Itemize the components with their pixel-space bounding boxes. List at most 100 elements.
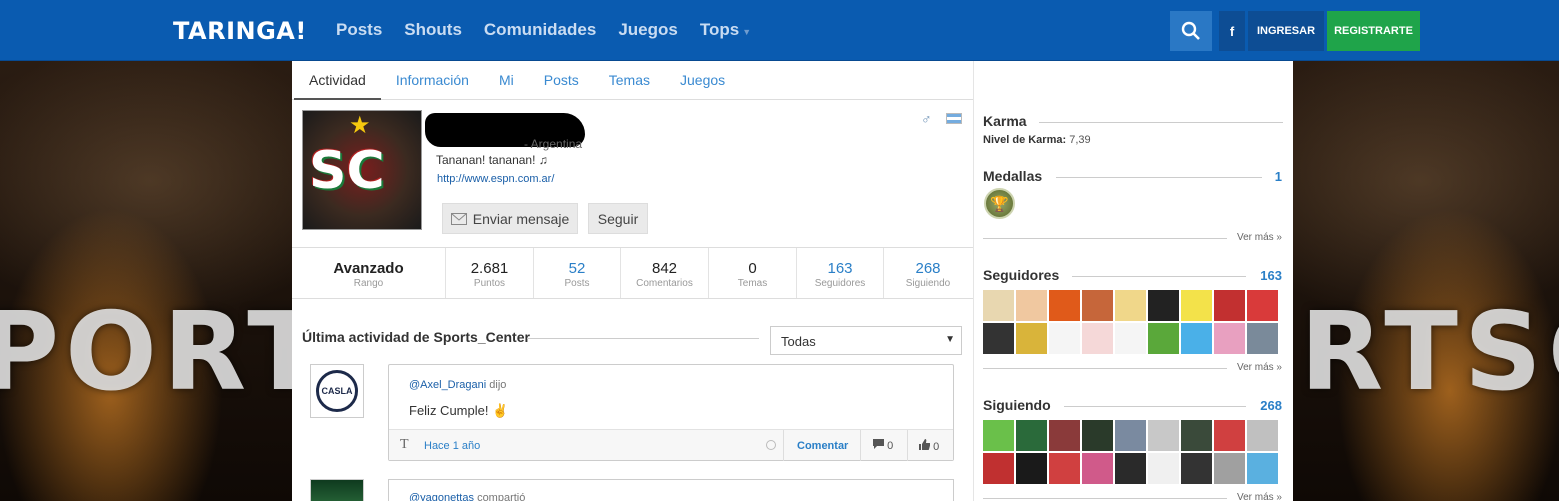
followers-count[interactable]: 163 — [1260, 268, 1282, 283]
following-avatar[interactable] — [983, 420, 1014, 451]
follower-avatar[interactable] — [1082, 323, 1113, 354]
follower-avatar[interactable] — [983, 323, 1014, 354]
medals-count[interactable]: 1 — [1275, 169, 1282, 184]
divider — [983, 368, 1227, 369]
following-see-more-link[interactable]: Ver más » — [1237, 492, 1282, 501]
send-message-button[interactable]: Enviar mensaje — [442, 203, 578, 234]
follower-avatar[interactable] — [983, 290, 1014, 321]
following-avatar[interactable] — [1115, 420, 1146, 451]
follower-avatar[interactable] — [1148, 323, 1179, 354]
post-author-link[interactable]: @yagonettas — [409, 492, 474, 501]
stat-value: 842 — [651, 260, 678, 277]
following-avatar[interactable] — [1082, 420, 1113, 451]
circle-icon[interactable] — [766, 440, 776, 450]
nav-juegos[interactable]: Juegos — [618, 20, 678, 40]
nav-comunidades[interactable]: Comunidades — [484, 20, 596, 40]
follow-button[interactable]: Seguir — [588, 203, 648, 234]
follower-avatar[interactable] — [1247, 323, 1278, 354]
follower-avatar[interactable] — [1115, 323, 1146, 354]
divider — [1072, 276, 1246, 277]
follower-avatar[interactable] — [1247, 290, 1278, 321]
divider — [983, 238, 1227, 239]
following-avatar[interactable] — [1049, 453, 1080, 484]
post-time[interactable]: Hace 1 año — [424, 440, 480, 452]
login-button[interactable]: INGRESAR — [1248, 11, 1324, 51]
following-avatar[interactable] — [1148, 420, 1179, 451]
stat-siguiendo[interactable]: 268 Siguiendo — [883, 248, 972, 298]
tab-mi[interactable]: Mi — [484, 61, 529, 100]
gender-male-icon: ♂ — [921, 111, 932, 127]
following-count[interactable]: 268 — [1260, 398, 1282, 413]
likes-count[interactable]: 0 — [919, 439, 939, 453]
comments-count[interactable]: 0 — [873, 439, 893, 452]
tab-informacion[interactable]: Información — [381, 61, 484, 100]
following-avatar[interactable] — [1247, 453, 1278, 484]
following-grid — [983, 420, 1278, 484]
tab-posts[interactable]: Posts — [529, 61, 594, 100]
karma-title: Karma — [983, 113, 1027, 129]
tab-temas[interactable]: Temas — [594, 61, 665, 100]
following-avatar[interactable] — [1115, 453, 1146, 484]
stat-value: 52 — [568, 260, 586, 277]
stat-value: 0 — [748, 260, 757, 277]
tab-juegos[interactable]: Juegos — [665, 61, 740, 100]
taringa-logo[interactable]: TARINGA! — [173, 17, 307, 45]
stat-rango: Avanzado Rango — [292, 248, 445, 298]
trophy-medal-icon[interactable]: 🏆 — [984, 188, 1015, 219]
stat-label: Seguidores — [814, 278, 866, 289]
facebook-login-button[interactable]: f — [1219, 11, 1245, 51]
profile-link[interactable]: http://www.espn.com.ar/ — [437, 173, 554, 185]
follower-avatar[interactable] — [1214, 323, 1245, 354]
follower-avatar[interactable] — [1115, 290, 1146, 321]
nav-tops-label: Tops — [699, 20, 740, 39]
following-avatar[interactable] — [1214, 420, 1245, 451]
nav-shouts[interactable]: Shouts — [404, 20, 462, 40]
following-avatar[interactable] — [1148, 453, 1179, 484]
following-avatar[interactable] — [1214, 453, 1245, 484]
stat-label: Comentarios — [636, 278, 693, 289]
stat-value: Avanzado — [333, 260, 404, 277]
medals-see-more-link[interactable]: Ver más » — [1237, 232, 1282, 243]
following-avatar[interactable] — [1181, 420, 1212, 451]
follower-avatar[interactable] — [1214, 290, 1245, 321]
follower-avatar[interactable] — [1148, 290, 1179, 321]
tab-actividad[interactable]: Actividad — [294, 61, 381, 100]
nav-posts[interactable]: Posts — [336, 20, 382, 40]
follower-avatar[interactable] — [1016, 323, 1047, 354]
follower-avatar[interactable] — [1049, 290, 1080, 321]
register-button[interactable]: REGISTRARTE — [1327, 11, 1420, 51]
post-author-link[interactable]: @Axel_Dragani — [409, 379, 486, 391]
comment-button[interactable]: Comentar — [797, 440, 848, 452]
follower-avatar[interactable] — [1181, 323, 1212, 354]
following-avatar[interactable] — [1049, 420, 1080, 451]
follower-avatar[interactable] — [1049, 323, 1080, 354]
stat-label: Puntos — [473, 278, 506, 289]
comments-count-value: 0 — [887, 440, 894, 452]
karma-level-label: Nivel de Karma: — [983, 134, 1067, 146]
post-author-line: @yagonettas compartió — [409, 492, 525, 501]
following-avatar[interactable] — [1016, 420, 1047, 451]
following-avatar[interactable] — [1082, 453, 1113, 484]
followers-grid — [983, 290, 1278, 354]
following-avatar[interactable] — [983, 453, 1014, 484]
nav-tops[interactable]: Tops ▼ — [700, 20, 751, 40]
stat-label: Temas — [737, 278, 768, 289]
stat-seguidores[interactable]: 163 Seguidores — [796, 248, 883, 298]
stat-posts[interactable]: 52 Posts — [533, 248, 620, 298]
profile-avatar[interactable]: ★ SC — [302, 110, 422, 230]
profile-tabs: Actividad Información Mi Posts Temas Jue… — [292, 61, 973, 100]
following-avatar[interactable] — [1016, 453, 1047, 484]
post-footer: T Hace 1 año Comentar 0 0 — [389, 429, 953, 461]
follower-avatar[interactable] — [1016, 290, 1047, 321]
follower-avatar[interactable] — [1082, 290, 1113, 321]
post-author-avatar[interactable] — [310, 479, 364, 501]
following-avatar[interactable] — [1247, 420, 1278, 451]
activity-filter-select[interactable]: Todas ▼ — [770, 326, 962, 355]
profile-sidebar: Karma Nivel de Karma: 7,39 Medallas 1 🏆 … — [973, 61, 1293, 501]
search-button[interactable] — [1170, 11, 1212, 51]
post-author-avatar[interactable]: CASLA — [310, 364, 364, 418]
followers-see-more-link[interactable]: Ver más » — [1237, 362, 1282, 373]
divider — [783, 430, 784, 461]
following-avatar[interactable] — [1181, 453, 1212, 484]
follower-avatar[interactable] — [1181, 290, 1212, 321]
